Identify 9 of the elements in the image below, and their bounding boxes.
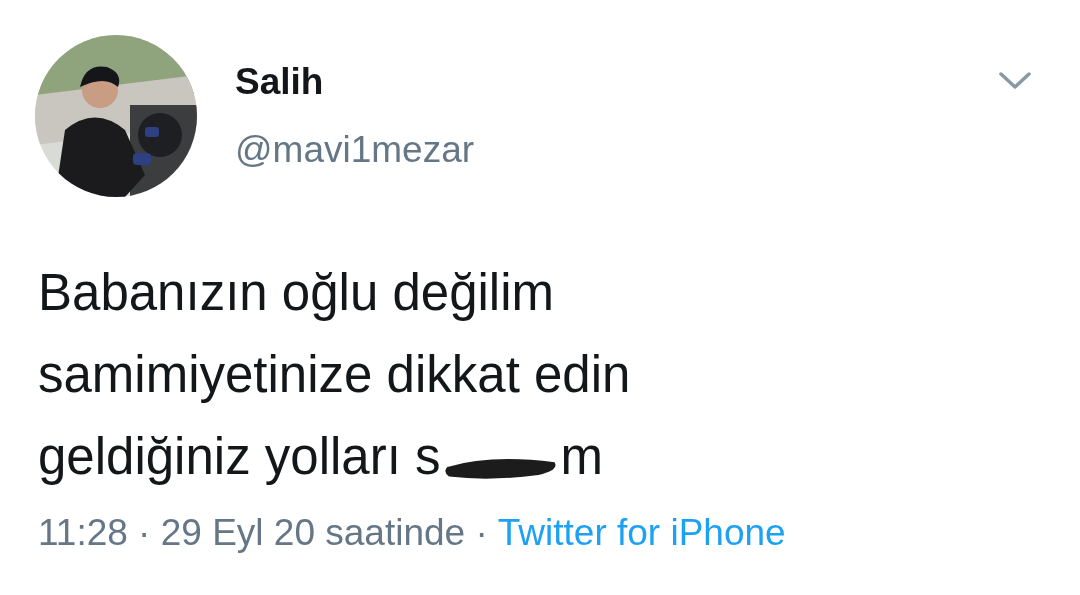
user-name[interactable]: Salih [235, 61, 998, 103]
tweet-text-line: m [560, 427, 603, 487]
tweet-timestamp: 11:28 · 29 Eyl 20 saatinde · [38, 512, 488, 554]
chevron-down-icon[interactable] [998, 71, 1032, 91]
tweet-text-line: Babanızın oğlu değilim [38, 263, 554, 323]
tweet-text-line: samimiyetinize dikkat edin [38, 345, 631, 405]
tweet-text-line: geldiğiniz yolları s [38, 427, 441, 487]
source-link[interactable]: Twitter for iPhone [497, 512, 786, 554]
user-handle[interactable]: @mavi1mezar [235, 129, 998, 171]
